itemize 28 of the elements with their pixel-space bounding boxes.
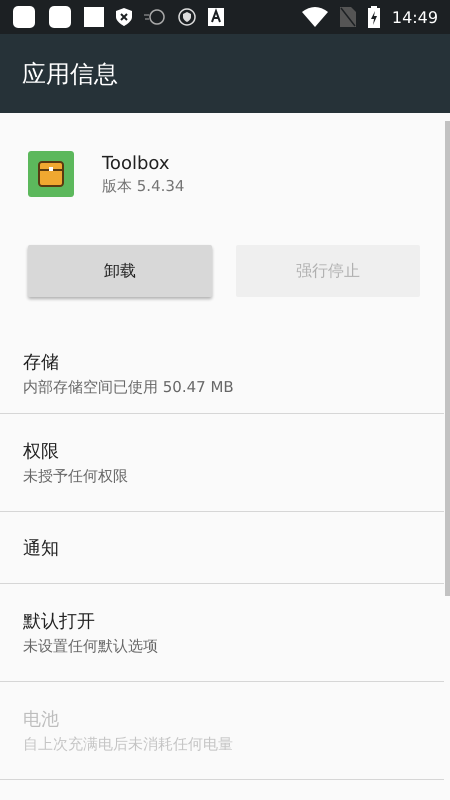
app-bar-title: 应用信息 — [22, 58, 118, 90]
action-button[interactable]: 卸载 — [28, 245, 212, 297]
setting-title: 电池 — [23, 708, 60, 731]
setting-summary: 未授予任何权限 — [23, 467, 129, 486]
notification-icon — [48, 5, 72, 29]
shield-icon — [116, 8, 132, 26]
wifi-icon — [302, 7, 328, 27]
setting-title: 默认打开 — [23, 610, 96, 633]
settings-item[interactable]: 默认打开 未设置任何默认选项 — [0, 584, 444, 682]
app-icon — [28, 151, 74, 197]
app-name: Toolbox — [102, 152, 170, 174]
clock: 14:49 — [392, 8, 438, 26]
settings-item[interactable]: 存储 内部存储空间已使用 50.47 MB — [0, 331, 444, 414]
notification-icon — [12, 5, 36, 29]
settings-item[interactable]: 通知 — [0, 512, 444, 584]
setting-summary: 内部存储空间已使用 50.47 MB — [23, 378, 235, 397]
setting-title: 存储 — [23, 351, 60, 374]
setting-title: 通知 — [23, 536, 60, 560]
setting-title: 权限 — [23, 440, 60, 463]
no-sim-icon — [340, 7, 356, 27]
logo-icon — [144, 9, 166, 25]
badge-icon — [178, 8, 196, 26]
keyboard-icon — [208, 8, 224, 26]
battery-charging-icon — [368, 6, 380, 28]
settings-item[interactable]: 权限 未授予任何权限 — [0, 414, 444, 512]
setting-summary: 未设置任何默认选项 — [23, 637, 159, 656]
app-version: 版本 5.4.34 — [102, 176, 184, 196]
notification-icon — [84, 7, 104, 27]
